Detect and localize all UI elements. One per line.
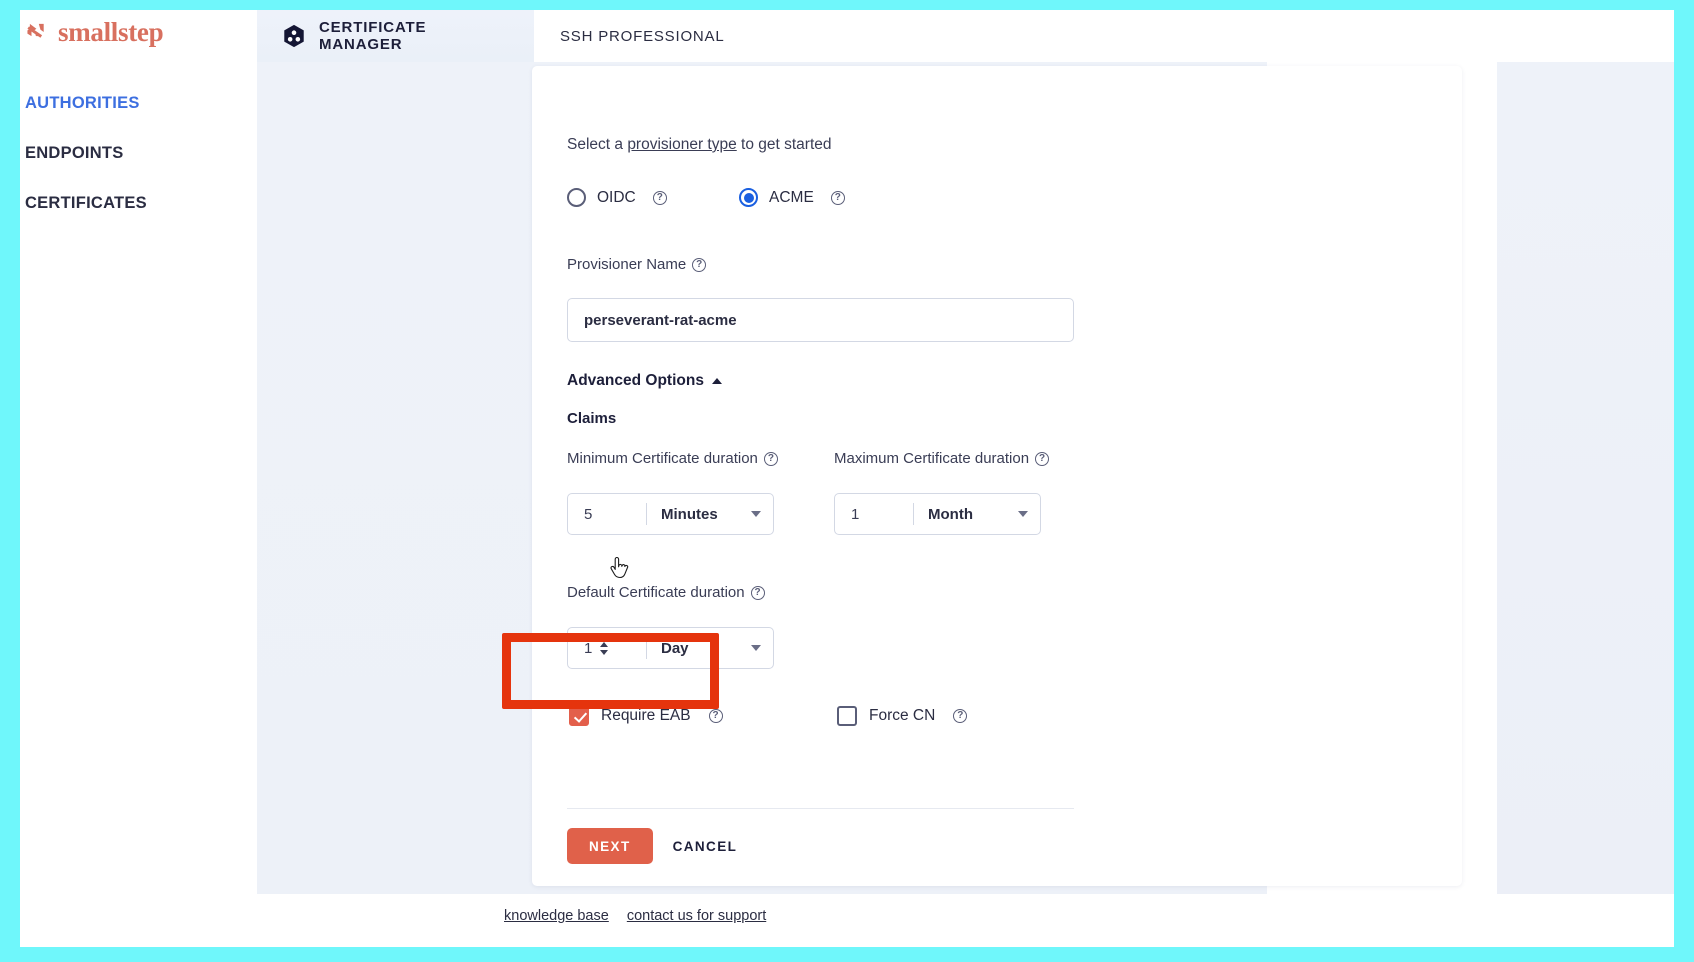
checkbox-label: Force CN bbox=[869, 707, 936, 724]
cancel-button[interactable]: CANCEL bbox=[661, 828, 750, 864]
maximum-duration-unit-select[interactable]: Month bbox=[914, 506, 1040, 523]
maximum-duration-unit-value: Month bbox=[928, 505, 973, 523]
sidebar: smallstep AUTHORITIES ENDPOINTS CERTIFIC… bbox=[20, 10, 257, 947]
next-button[interactable]: NEXT bbox=[567, 828, 653, 864]
content-background-far-right bbox=[1497, 62, 1674, 894]
sidebar-item-label: CERTIFICATES bbox=[25, 194, 147, 212]
sidebar-item-endpoints[interactable]: ENDPOINTS bbox=[20, 128, 257, 178]
minimum-duration-label-text: Minimum Certificate duration bbox=[567, 450, 758, 467]
minimum-duration-unit-select[interactable]: Minutes bbox=[647, 506, 773, 523]
caret-down-icon bbox=[751, 645, 761, 651]
checkbox-unchecked-icon bbox=[837, 706, 857, 726]
sidebar-nav: AUTHORITIES ENDPOINTS CERTIFICATES bbox=[20, 78, 257, 228]
form-intro-text: Select a provisioner type to get started bbox=[567, 136, 832, 154]
minimum-duration-value[interactable]: 5 bbox=[568, 506, 646, 523]
default-duration-unit-value: Day bbox=[661, 639, 689, 657]
minimum-duration-label: Minimum Certificate duration ? bbox=[567, 450, 778, 467]
radio-label: ACME bbox=[769, 188, 814, 206]
form-divider bbox=[567, 808, 1074, 809]
radio-circle-icon bbox=[567, 188, 586, 207]
radio-option-acme[interactable]: ACME ? bbox=[739, 188, 845, 207]
radio-label: OIDC bbox=[597, 188, 636, 206]
sidebar-item-label: AUTHORITIES bbox=[25, 94, 140, 112]
sidebar-item-certificates[interactable]: CERTIFICATES bbox=[20, 178, 257, 228]
tab-certificate-manager[interactable]: CERTIFICATE MANAGER bbox=[257, 10, 534, 62]
question-mark-icon[interactable]: ? bbox=[692, 257, 707, 272]
question-mark-icon[interactable]: ? bbox=[830, 190, 845, 205]
default-duration-number: 1 bbox=[584, 639, 593, 657]
number-stepper-icon[interactable] bbox=[600, 641, 609, 655]
checkbox-label: Require EAB bbox=[601, 707, 691, 724]
footer-links: knowledge base contact us for support bbox=[504, 908, 766, 924]
maximum-duration-field[interactable]: 1 Month bbox=[834, 493, 1041, 535]
tab-label: CERTIFICATE MANAGER bbox=[319, 19, 427, 53]
question-mark-icon[interactable]: ? bbox=[953, 709, 968, 723]
maximum-duration-label-text: Maximum Certificate duration bbox=[834, 450, 1030, 467]
provisioner-type-link[interactable]: provisioner type bbox=[627, 136, 736, 153]
minimum-duration-unit-value: Minutes bbox=[661, 505, 718, 523]
tab-bar: CERTIFICATE MANAGER SSH PROFESSIONAL bbox=[257, 10, 1674, 62]
default-duration-field[interactable]: 1 Day bbox=[567, 627, 774, 669]
provisioner-form-card: Select a provisioner type to get started… bbox=[532, 66, 1462, 886]
provisioner-name-input[interactable]: perseverant-rat-acme bbox=[567, 298, 1074, 342]
main-region: CERTIFICATE MANAGER SSH PROFESSIONAL Sel… bbox=[257, 10, 1674, 947]
sidebar-item-authorities[interactable]: AUTHORITIES bbox=[20, 78, 257, 128]
stepper-up-icon[interactable] bbox=[600, 641, 609, 647]
brand-logo[interactable]: smallstep bbox=[25, 15, 164, 49]
smallstep-arrow-icon bbox=[27, 23, 44, 38]
question-mark-icon[interactable]: ? bbox=[652, 190, 667, 205]
claims-heading: Claims bbox=[567, 410, 617, 427]
maximum-duration-value[interactable]: 1 bbox=[835, 506, 913, 523]
radio-option-oidc[interactable]: OIDC ? bbox=[567, 188, 667, 207]
provisioner-name-value: perseverant-rat-acme bbox=[584, 311, 737, 329]
form-actions: NEXT CANCEL bbox=[567, 828, 749, 864]
tab-ssh-professional[interactable]: SSH PROFESSIONAL bbox=[534, 10, 751, 62]
advanced-options-label: Advanced Options bbox=[567, 372, 704, 389]
advanced-options-toggle[interactable]: Advanced Options bbox=[567, 372, 722, 390]
caret-down-icon bbox=[751, 511, 761, 517]
brand-logo-text: smallstep bbox=[58, 16, 164, 47]
question-mark-icon[interactable]: ? bbox=[763, 451, 778, 466]
caret-down-icon bbox=[1018, 511, 1028, 517]
radio-circle-selected-icon bbox=[739, 188, 758, 207]
maximum-duration-label: Maximum Certificate duration ? bbox=[834, 450, 1050, 467]
checkbox-force-cn[interactable]: Force CN ? bbox=[837, 706, 968, 726]
default-duration-label: Default Certificate duration ? bbox=[567, 584, 765, 601]
minimum-duration-field[interactable]: 5 Minutes bbox=[567, 493, 774, 535]
provisioner-name-label: Provisioner Name ? bbox=[567, 256, 707, 273]
stepper-down-icon[interactable] bbox=[600, 649, 609, 655]
tab-label: SSH PROFESSIONAL bbox=[560, 27, 725, 45]
question-mark-icon[interactable]: ? bbox=[1035, 451, 1050, 466]
application-window: smallstep AUTHORITIES ENDPOINTS CERTIFIC… bbox=[20, 10, 1674, 947]
sidebar-item-label: ENDPOINTS bbox=[25, 144, 124, 162]
claims-checkbox-group: Require EAB ? Force CN ? bbox=[567, 706, 1307, 748]
footer-link-contact-support[interactable]: contact us for support bbox=[627, 908, 766, 924]
checkbox-require-eab[interactable]: Require EAB ? bbox=[569, 706, 723, 726]
default-duration-unit-select[interactable]: Day bbox=[647, 640, 773, 657]
default-duration-label-text: Default Certificate duration bbox=[567, 584, 745, 601]
provisioner-name-label-text: Provisioner Name bbox=[567, 256, 687, 273]
default-duration-value[interactable]: 1 bbox=[568, 640, 646, 657]
question-mark-icon[interactable]: ? bbox=[708, 709, 723, 723]
question-mark-icon[interactable]: ? bbox=[750, 585, 765, 600]
footer: knowledge base contact us for support bbox=[257, 894, 1674, 947]
screenshot-frame: smallstep AUTHORITIES ENDPOINTS CERTIFIC… bbox=[0, 0, 1694, 962]
caret-up-icon bbox=[711, 378, 722, 384]
checkbox-checked-icon bbox=[569, 706, 589, 726]
hexagon-cert-icon bbox=[284, 24, 304, 48]
footer-link-knowledge-base[interactable]: knowledge base bbox=[504, 908, 609, 924]
form-intro-suffix: to get started bbox=[736, 136, 832, 153]
form-intro-prefix: Select a bbox=[567, 136, 628, 153]
